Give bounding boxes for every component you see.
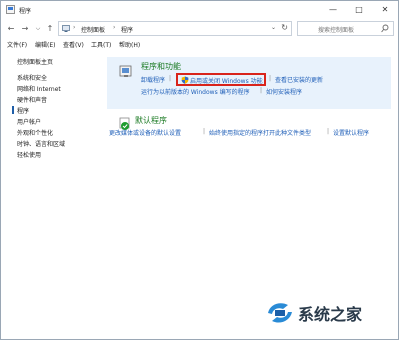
- menu-view[interactable]: 查看(V): [63, 40, 84, 49]
- title-bar: 程序 — □ ✕: [1, 1, 398, 19]
- link-separator: |: [169, 75, 172, 82]
- sidebar-item-appearance[interactable]: 外观和个性化: [17, 128, 53, 137]
- menu-bar: 文件(F) 编辑(E) 查看(V) 工具(T) 帮助(H): [1, 39, 398, 51]
- maximize-button[interactable]: □: [346, 1, 372, 19]
- forward-arrow-icon[interactable]: →: [19, 22, 31, 35]
- shield-icon: [181, 76, 189, 84]
- sidebar-item-hardware-sound[interactable]: 硬件和声音: [17, 95, 47, 104]
- run-older-programs-link[interactable]: 运行为以前版本的 Windows 编写的程序: [141, 87, 250, 96]
- sidebar-active-indicator: [12, 106, 14, 114]
- windows-features-link[interactable]: 启用或关闭 Windows 功能: [190, 76, 263, 85]
- search-input[interactable]: 搜索控制面板: [297, 21, 394, 36]
- sidebar-item-ease-of-access[interactable]: 轻松使用: [17, 150, 41, 159]
- menu-tools[interactable]: 工具(T): [91, 40, 111, 49]
- search-icon: [381, 24, 389, 33]
- address-dropdown-icon[interactable]: ⌄: [271, 24, 276, 31]
- breadcrumb-separator-icon: ›: [73, 24, 76, 31]
- address-row: ← → ⌵ ↑ › 控制面板 › 程序 ⌄ ↻ 搜索控制面板: [1, 19, 398, 39]
- window: 程序 — □ ✕ ← → ⌵ ↑ › 控制面板 › 程序 ⌄ ↻ 搜索控制面板: [0, 0, 399, 340]
- sidebar-item-user-accounts[interactable]: 用户帐户: [17, 117, 41, 126]
- address-bar[interactable]: › 控制面板 › 程序 ⌄ ↻: [58, 21, 292, 36]
- programs-app-icon: [6, 5, 15, 14]
- sidebar-item-control-panel-home[interactable]: 控制面板主页: [17, 57, 53, 66]
- sidebar-item-system-security[interactable]: 系统和安全: [17, 73, 47, 82]
- menu-help[interactable]: 帮助(H): [119, 40, 140, 49]
- minimize-button[interactable]: —: [320, 1, 346, 19]
- sidebar: 控制面板主页 系统和安全 网络和 Internet 硬件和声音 程序 用户帐户 …: [1, 53, 101, 333]
- set-default-programs-link[interactable]: 设置默认程序: [333, 128, 369, 137]
- link-separator: |: [203, 128, 206, 135]
- link-separator: |: [269, 75, 272, 82]
- programs-features-heading[interactable]: 程序和功能: [141, 61, 181, 72]
- sidebar-item-programs[interactable]: 程序: [17, 106, 29, 115]
- main-content: 程序和功能 卸载程序 | 启用或关闭 Windows 功能 | 查看已安装的更新…: [101, 53, 391, 333]
- watermark: 系统之家: [214, 294, 394, 334]
- watermark-logo-icon: [268, 303, 292, 323]
- link-separator: |: [260, 87, 263, 94]
- window-title: 程序: [19, 8, 32, 15]
- programs-features-section: 程序和功能 卸载程序 | 启用或关闭 Windows 功能 | 查看已安装的更新…: [107, 57, 391, 109]
- programs-features-icon: [119, 65, 132, 77]
- refresh-icon[interactable]: ↻: [281, 23, 288, 32]
- uninstall-program-link[interactable]: 卸载程序: [141, 75, 165, 84]
- sidebar-item-clock-region[interactable]: 时钟、语言和区域: [17, 139, 65, 148]
- default-programs-heading[interactable]: 默认程序: [135, 115, 167, 126]
- change-media-defaults-link[interactable]: 更改媒体或设备的默认设置: [109, 128, 181, 137]
- view-installed-updates-link[interactable]: 查看已安装的更新: [275, 75, 323, 84]
- recent-dropdown-icon[interactable]: ⌵: [32, 22, 44, 35]
- breadcrumb-control-panel[interactable]: 控制面板: [81, 25, 105, 34]
- breadcrumb-programs[interactable]: 程序: [121, 25, 133, 34]
- close-button[interactable]: ✕: [372, 1, 398, 19]
- menu-file[interactable]: 文件(F): [7, 40, 27, 49]
- watermark-text: 系统之家: [298, 305, 363, 324]
- sidebar-item-network[interactable]: 网络和 Internet: [17, 84, 61, 93]
- breadcrumb-separator-icon: ›: [113, 24, 116, 31]
- link-separator: |: [327, 128, 330, 135]
- control-panel-icon: [62, 25, 70, 32]
- always-open-filetype-link[interactable]: 始终使用指定的程序打开此种文件类型: [209, 128, 311, 137]
- back-arrow-icon[interactable]: ←: [5, 22, 17, 35]
- menu-edit[interactable]: 编辑(E): [35, 40, 55, 49]
- how-to-install-link[interactable]: 如何安装程序: [266, 87, 302, 96]
- up-arrow-icon[interactable]: ↑: [44, 22, 56, 35]
- highlight-box: 启用或关闭 Windows 功能: [176, 73, 266, 86]
- search-placeholder: 搜索控制面板: [318, 27, 355, 34]
